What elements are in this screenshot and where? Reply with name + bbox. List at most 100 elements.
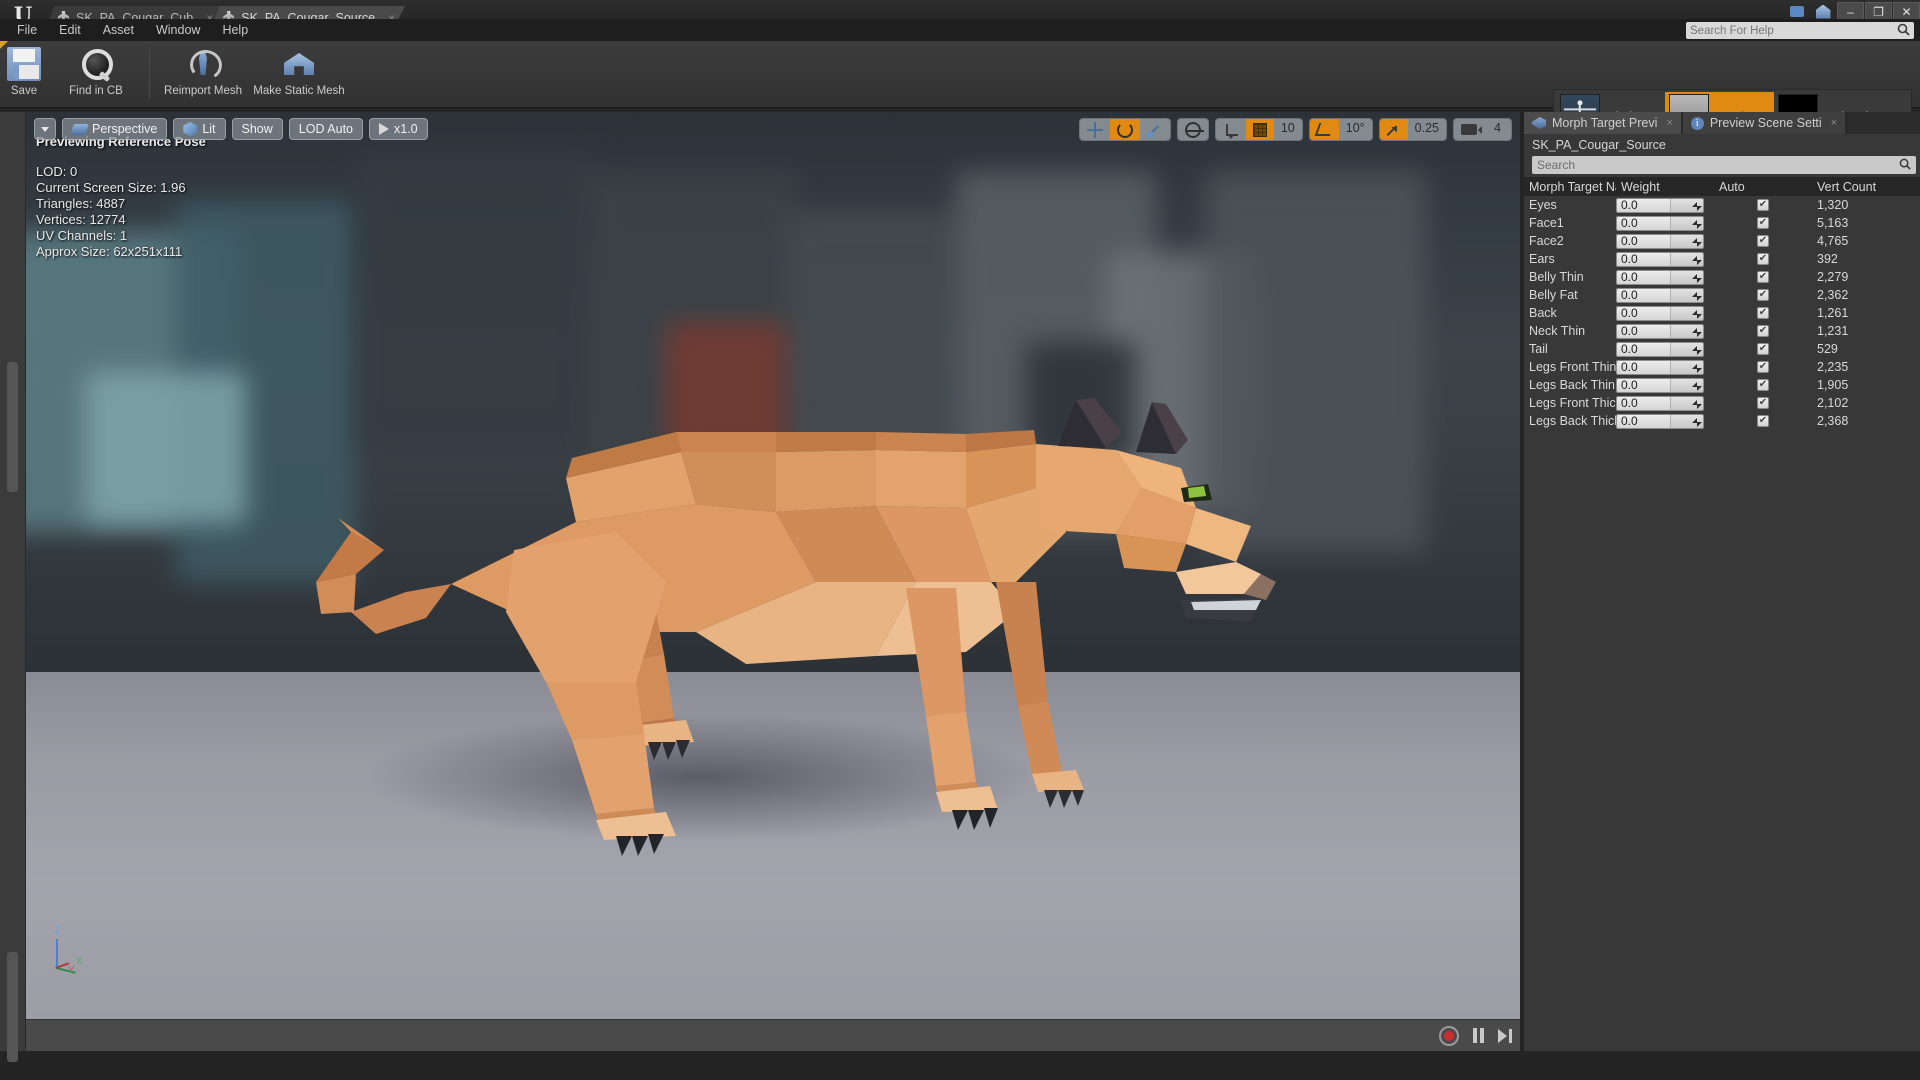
auto-cell[interactable] [1714, 217, 1812, 229]
spinner-drag-handle[interactable] [1670, 378, 1703, 392]
tab-preview-scene-settings[interactable]: i Preview Scene Setti × [1682, 112, 1846, 134]
morph-search-input[interactable]: Search [1532, 156, 1916, 174]
view-mode-button[interactable]: Lit [173, 118, 226, 140]
column-weight[interactable]: Weight [1616, 180, 1714, 194]
rail-scroll-handle[interactable] [7, 952, 18, 1062]
weight-spinner[interactable]: 0.0 [1616, 233, 1704, 249]
weight-cell[interactable]: 0.0 [1616, 359, 1714, 375]
tab-morph-target-preview[interactable]: Morph Target Previ × [1524, 112, 1681, 134]
spinner-drag-handle[interactable] [1670, 396, 1703, 410]
close-icon[interactable]: × [1831, 117, 1837, 129]
column-morph-target-name[interactable]: Morph Target Na [1524, 180, 1616, 194]
weight-cell[interactable]: 0.0 [1616, 341, 1714, 357]
weight-spinner[interactable]: 0.0 [1616, 359, 1704, 375]
step-forward-button[interactable] [1498, 1028, 1512, 1043]
weight-cell[interactable]: 0.0 [1616, 323, 1714, 339]
auto-cell[interactable] [1714, 271, 1812, 283]
spinner-drag-handle[interactable] [1670, 324, 1703, 338]
find-in-cb-button[interactable]: Find in CB [48, 41, 144, 103]
weight-cell[interactable]: 0.0 [1616, 287, 1714, 303]
weight-value[interactable]: 0.0 [1617, 234, 1670, 248]
weight-spinner[interactable]: 0.0 [1616, 197, 1704, 213]
weight-value[interactable]: 0.0 [1617, 198, 1670, 212]
weight-value[interactable]: 0.0 [1617, 252, 1670, 266]
auto-checkbox[interactable] [1757, 379, 1769, 391]
weight-cell[interactable]: 0.0 [1616, 395, 1714, 411]
menu-asset[interactable]: Asset [92, 21, 145, 39]
move-mode-button[interactable] [1079, 119, 1110, 140]
auto-checkbox[interactable] [1757, 325, 1769, 337]
make-static-mesh-button[interactable]: Make Static Mesh [251, 41, 347, 103]
weight-cell[interactable]: 0.0 [1616, 233, 1714, 249]
auto-checkbox[interactable] [1757, 235, 1769, 247]
table-row[interactable]: Legs Front Thin0.0 2,235 [1524, 358, 1920, 376]
spinner-drag-handle[interactable] [1670, 342, 1703, 356]
weight-spinner[interactable]: 0.0 [1616, 305, 1704, 321]
weight-value[interactable]: 0.0 [1617, 216, 1670, 230]
auto-cell[interactable] [1714, 415, 1812, 427]
auto-cell[interactable] [1714, 325, 1812, 337]
auto-checkbox[interactable] [1757, 307, 1769, 319]
auto-checkbox[interactable] [1757, 343, 1769, 355]
show-flags-button[interactable]: Show [231, 118, 283, 140]
table-row[interactable]: Belly Thin 0.0 2,279 [1524, 268, 1920, 286]
weight-cell[interactable]: 0.0 [1616, 215, 1714, 231]
auto-checkbox[interactable] [1757, 361, 1769, 373]
weight-spinner[interactable]: 0.0 [1616, 269, 1704, 285]
camera-speed-value[interactable]: 4 [1484, 119, 1511, 140]
save-button[interactable]: Save [0, 41, 48, 103]
world-space-button[interactable] [1177, 119, 1208, 140]
lod-selector-button[interactable]: LOD Auto [288, 118, 363, 140]
weight-value[interactable]: 0.0 [1617, 324, 1670, 338]
playback-speed-button[interactable]: x1.0 [369, 118, 428, 140]
weight-value[interactable]: 0.0 [1617, 414, 1670, 428]
weight-spinner[interactable]: 0.0 [1616, 395, 1704, 411]
weight-spinner[interactable]: 0.0 [1616, 377, 1704, 393]
grid-snap-toggle[interactable] [1245, 119, 1274, 140]
record-button[interactable] [1439, 1025, 1459, 1046]
weight-cell[interactable]: 0.0 [1616, 305, 1714, 321]
table-row[interactable]: Eyes 0.0 1,320 [1524, 196, 1920, 214]
table-row[interactable]: Face1 0.0 5,163 [1524, 214, 1920, 232]
weight-cell[interactable]: 0.0 [1616, 197, 1714, 213]
weight-spinner[interactable]: 0.0 [1616, 341, 1704, 357]
menu-window[interactable]: Window [145, 21, 211, 39]
spinner-drag-handle[interactable] [1670, 234, 1703, 248]
auto-checkbox[interactable] [1757, 253, 1769, 265]
close-icon[interactable]: × [1666, 117, 1672, 129]
scale-snap-value[interactable]: 0.25 [1407, 119, 1446, 140]
scale-mode-button[interactable] [1139, 119, 1170, 140]
table-row[interactable]: Tail 0.0 529 [1524, 340, 1920, 358]
auto-cell[interactable] [1714, 307, 1812, 319]
table-row[interactable]: Legs Back Thick0.0 2,368 [1524, 412, 1920, 430]
auto-cell[interactable] [1714, 379, 1812, 391]
surface-snap-button[interactable] [1215, 119, 1246, 140]
table-row[interactable]: Legs Back Thin0.0 1,905 [1524, 376, 1920, 394]
auto-checkbox[interactable] [1757, 289, 1769, 301]
weight-cell[interactable]: 0.0 [1616, 251, 1714, 267]
spinner-drag-handle[interactable] [1670, 306, 1703, 320]
table-row[interactable]: Back 0.0 1,261 [1524, 304, 1920, 322]
grid-snap-value[interactable]: 10 [1273, 119, 1302, 140]
weight-cell[interactable]: 0.0 [1616, 413, 1714, 429]
table-row[interactable]: Ears 0.0 392 [1524, 250, 1920, 268]
spinner-drag-handle[interactable] [1670, 198, 1703, 212]
camera-speed-button[interactable] [1454, 119, 1484, 140]
auto-checkbox[interactable] [1757, 397, 1769, 409]
table-row[interactable]: Belly Fat 0.0 2,362 [1524, 286, 1920, 304]
menu-help[interactable]: Help [211, 21, 259, 39]
weight-spinner[interactable]: 0.0 [1616, 413, 1704, 429]
auto-cell[interactable] [1714, 199, 1812, 211]
weight-value[interactable]: 0.0 [1617, 396, 1670, 410]
scale-snap-toggle[interactable] [1379, 119, 1408, 140]
weight-value[interactable]: 0.0 [1617, 378, 1670, 392]
rotation-snap-toggle[interactable] [1309, 119, 1339, 140]
spinner-drag-handle[interactable] [1670, 252, 1703, 266]
auto-cell[interactable] [1714, 397, 1812, 409]
pause-button[interactable] [1473, 1028, 1484, 1043]
auto-cell[interactable] [1714, 253, 1812, 265]
spinner-drag-handle[interactable] [1670, 414, 1703, 428]
auto-checkbox[interactable] [1757, 199, 1769, 211]
table-row[interactable]: Neck Thin 0.0 1,231 [1524, 322, 1920, 340]
weight-spinner[interactable]: 0.0 [1616, 323, 1704, 339]
